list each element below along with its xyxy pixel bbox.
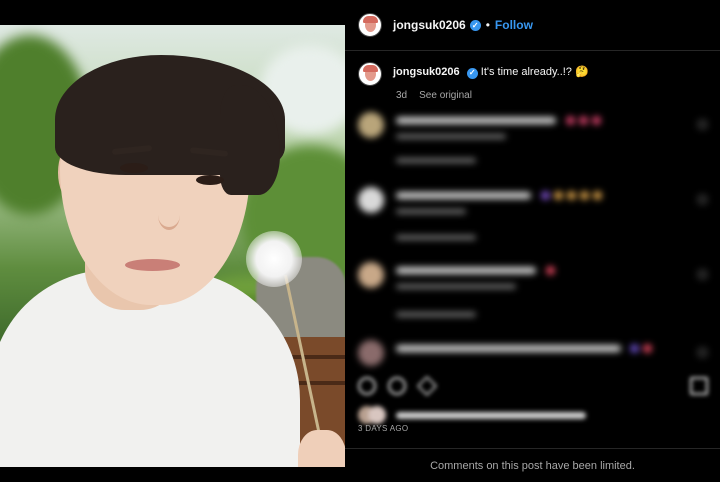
post-photo xyxy=(0,0,345,482)
comments-limited-notice: Comments on this post have been limited. xyxy=(345,448,720,482)
share-icon[interactable] xyxy=(416,375,438,397)
dandelion-puff xyxy=(246,231,302,287)
selfie-image xyxy=(0,25,345,467)
bookmark-icon[interactable] xyxy=(690,377,708,395)
caption-username[interactable]: jongsuk0206 xyxy=(393,66,460,78)
post-sidebar: jongsuk0206 ✓ • Follow jongsuk0206 ✓ It'… xyxy=(345,0,720,482)
separator-dot: • xyxy=(485,18,490,32)
heart-icon[interactable] xyxy=(358,377,376,395)
post-timestamp: 3 DAYS AGO xyxy=(358,424,409,433)
commenter-avatar xyxy=(358,187,384,213)
photo-top-bar xyxy=(0,0,345,25)
comment-icon[interactable] xyxy=(388,377,406,395)
caption: jongsuk0206 ✓ It's time already..!? 🤔 3d… xyxy=(358,62,708,101)
post-age: 3d xyxy=(396,90,408,101)
commenter-avatar xyxy=(358,262,384,288)
caption-text: It's time already..!? 🤔 xyxy=(480,66,589,78)
verified-badge-icon: ✓ xyxy=(469,19,481,31)
action-bar xyxy=(358,375,708,397)
header-username[interactable]: jongsuk0206 xyxy=(393,18,466,32)
see-original-link[interactable]: See original xyxy=(419,90,472,101)
commenter-avatar xyxy=(358,112,384,138)
avatar-icon[interactable] xyxy=(358,13,382,37)
post-header: jongsuk0206 ✓ • Follow xyxy=(345,0,720,51)
verified-badge-icon: ✓ xyxy=(466,67,478,79)
caption-avatar-icon[interactable] xyxy=(358,62,382,86)
hand xyxy=(298,430,345,467)
follow-button[interactable]: Follow xyxy=(495,18,533,32)
commenter-avatar xyxy=(358,340,384,366)
